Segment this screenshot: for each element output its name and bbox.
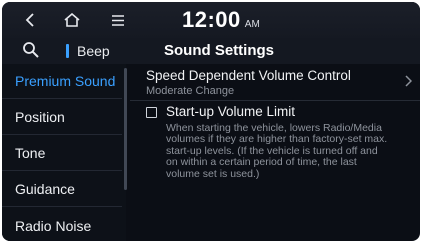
speed-volume-title: Speed Dependent Volume Control <box>146 68 351 83</box>
startup-volume-limit-checkbox[interactable] <box>146 107 157 118</box>
settings-content: Speed Dependent Volume Control Moderate … <box>130 64 420 241</box>
sidebar-item-radio-noise[interactable]: Radio Noise <box>2 208 122 241</box>
search-icon <box>22 42 40 63</box>
sidebar: Premium Sound Position Tone Guidance Rad… <box>2 64 127 241</box>
back-chevron-icon <box>25 13 35 27</box>
back-button[interactable] <box>18 6 42 34</box>
sidebar-item-tone[interactable]: Tone <box>2 136 122 171</box>
clock: 12:00 AM <box>182 6 260 34</box>
beep-label: Beep <box>77 43 110 59</box>
sub-header: Beep Sound Settings <box>2 38 420 64</box>
beep-toggle[interactable]: Beep <box>66 42 110 60</box>
startup-volume-limit-setting[interactable]: Start-up Volume Limit When starting the … <box>130 102 420 222</box>
startup-volume-limit-description: When starting the vehicle, lowers Radio/… <box>166 122 388 180</box>
sidebar-item-position[interactable]: Position <box>2 100 122 135</box>
speed-volume-value: Moderate Change <box>146 85 235 97</box>
startup-volume-limit-title: Start-up Volume Limit <box>166 104 296 119</box>
speed-volume-setting[interactable]: Speed Dependent Volume Control Moderate … <box>130 64 420 101</box>
menu-button[interactable] <box>106 6 130 34</box>
top-bar: 12:00 AM <box>2 2 420 38</box>
sidebar-item-premium-sound[interactable]: Premium Sound <box>2 64 122 99</box>
beep-indicator <box>66 44 69 58</box>
screen: 12:00 AM Beep Sound Settings Premium Sou… <box>2 2 420 241</box>
home-button[interactable] <box>58 6 86 34</box>
sidebar-scrollbar[interactable] <box>124 68 127 190</box>
home-icon <box>64 13 80 27</box>
page-title: Sound Settings <box>164 42 274 59</box>
clock-time: 12:00 <box>182 7 241 32</box>
menu-icon <box>112 14 124 26</box>
sidebar-item-guidance[interactable]: Guidance <box>2 172 122 207</box>
clock-ampm: AM <box>244 19 260 30</box>
search-button[interactable] <box>22 41 44 61</box>
chevron-right-icon <box>405 74 413 92</box>
